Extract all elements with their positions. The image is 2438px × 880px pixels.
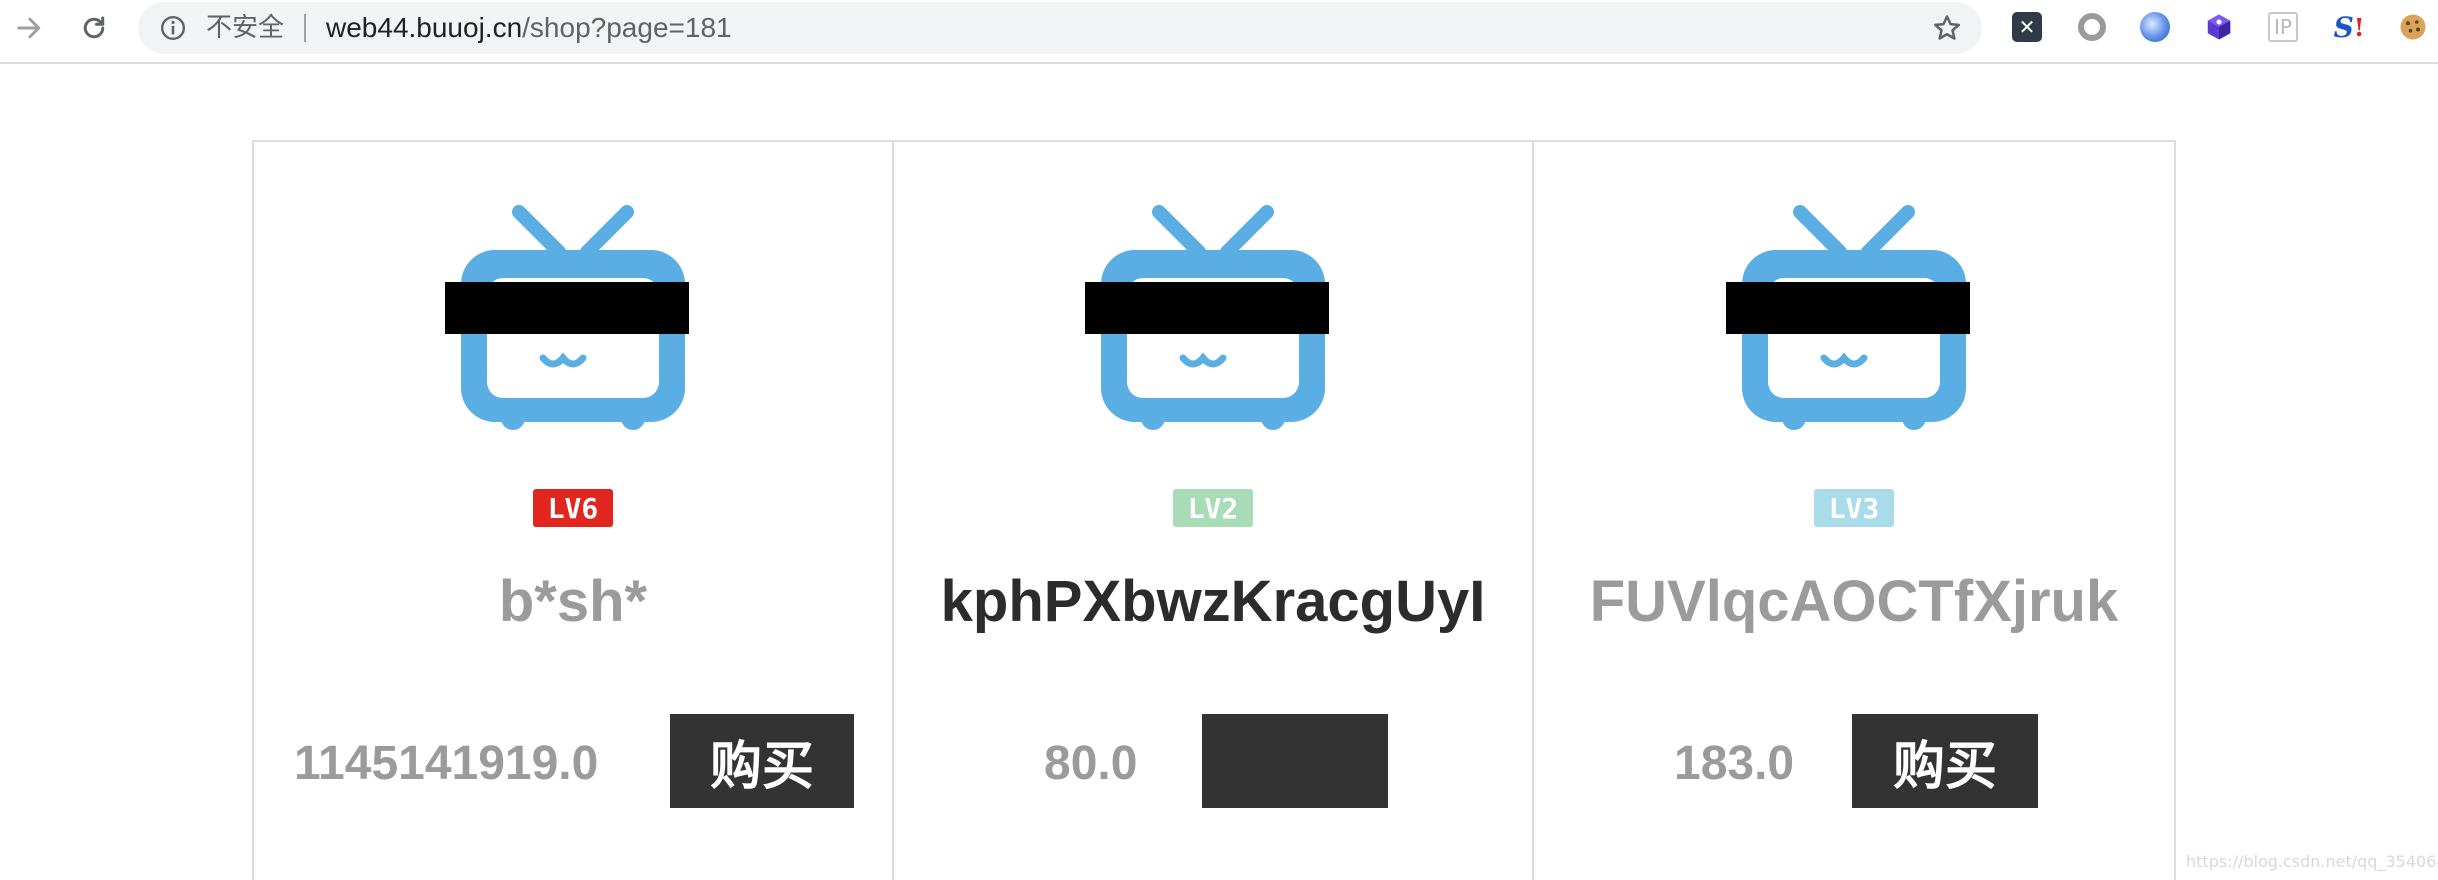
omnibox-divider (304, 14, 306, 42)
product-name: b*sh* (498, 569, 648, 634)
level-badge-icon: LV2 (1173, 489, 1253, 527)
url-path: /shop?page=181 (522, 12, 732, 43)
address-bar[interactable]: 不安全 web44.buuoj.cn/shop?page=181 (138, 2, 1982, 54)
extension-circle-icon[interactable] (2077, 12, 2107, 42)
info-icon[interactable] (160, 15, 186, 41)
censor-bar (445, 282, 689, 334)
extension-purple-cube-icon[interactable] (2204, 12, 2234, 42)
product-price: 80.0 (1044, 737, 1138, 790)
svg-text:LV3: LV3 (1829, 492, 1880, 525)
url-host: web44.buuoj.cn (326, 12, 523, 43)
buy-button[interactable]: 购买 (1852, 714, 2038, 808)
extension-blue-orb-icon[interactable] (2140, 12, 2170, 42)
extension-s-icon[interactable]: S! (2333, 10, 2365, 44)
censor-bar (1085, 282, 1329, 334)
censor-bar (1726, 282, 1970, 334)
bookmark-star-icon[interactable] (1932, 13, 1962, 43)
product-price: 1145141919.0 (294, 737, 599, 790)
forward-arrow-icon[interactable] (8, 6, 52, 50)
extension-cookie-icon[interactable] (2398, 12, 2428, 42)
product-grid: LV6 b*sh* 1145141919.0 购买 LV2 kphPXbwzKr… (252, 140, 2176, 880)
extension-ip-icon[interactable]: IP (2268, 12, 2298, 42)
extension-x-icon[interactable]: ✕ (2012, 12, 2042, 42)
security-label[interactable]: 不安全 (206, 12, 284, 44)
product-name: kphPXbwzKracgUyI (940, 569, 1486, 634)
buy-button[interactable] (1202, 714, 1388, 808)
product-name: FUVlqcAOCTfXjruk (1589, 569, 2119, 634)
level-badge-icon: LV6 (533, 489, 613, 527)
reload-icon[interactable] (72, 6, 116, 50)
extension-s-mark: ! (2353, 12, 2365, 42)
product-card: LV3 FUVlqcAOCTfXjruk 183.0 购买 (1534, 142, 2174, 880)
product-price: 183.0 (1674, 737, 1795, 790)
product-card: LV2 kphPXbwzKracgUyI 80.0 (894, 142, 1534, 880)
svg-text:LV2: LV2 (1188, 492, 1239, 525)
url-text[interactable]: web44.buuoj.cn/shop?page=181 (326, 12, 732, 44)
svg-text:LV6: LV6 (548, 492, 599, 525)
buy-button[interactable]: 购买 (670, 714, 854, 808)
extension-s-letter: S (2333, 10, 2354, 44)
browser-toolbar: 不安全 web44.buuoj.cn/shop?page=181 ✕ IP S! (0, 0, 2438, 64)
product-card: LV6 b*sh* 1145141919.0 购买 (254, 142, 894, 880)
level-badge-icon: LV3 (1814, 489, 1894, 527)
watermark-text: https://blog.csdn.net/qq_35406447 (2186, 852, 2438, 871)
